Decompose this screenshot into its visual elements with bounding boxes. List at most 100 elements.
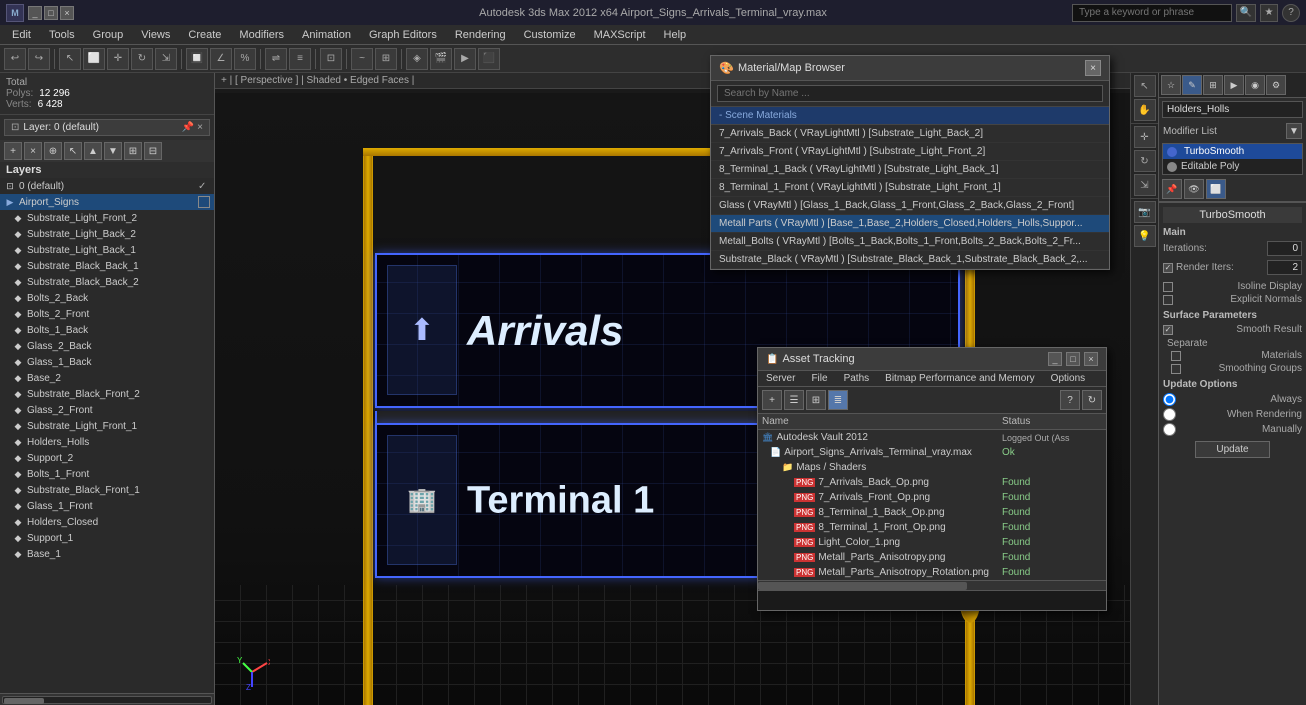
- min-btn[interactable]: _: [28, 6, 42, 20]
- list-item[interactable]: 7_Arrivals_Front ( VRayLightMtl ) [Subst…: [711, 143, 1109, 161]
- list-item[interactable]: ◆Support_2: [0, 450, 214, 466]
- move-icon[interactable]: ✛: [1134, 126, 1156, 148]
- curve-editor-btn[interactable]: ~: [351, 48, 373, 70]
- at-horizontal-scrollbar[interactable]: [758, 580, 1106, 590]
- undo-btn[interactable]: ↩: [4, 48, 26, 70]
- layer-pin-btn[interactable]: 📌: [182, 122, 194, 133]
- list-item[interactable]: ◆Base_2: [0, 370, 214, 386]
- at-add-btn[interactable]: +: [762, 390, 782, 410]
- pin-stack-btn[interactable]: 📌: [1162, 179, 1182, 199]
- list-item[interactable]: ◆Substrate_Black_Front_2: [0, 386, 214, 402]
- list-item[interactable]: ◆Bolts_2_Front: [0, 306, 214, 322]
- render-setup-btn[interactable]: 🎬: [430, 48, 452, 70]
- layer-move-btn[interactable]: ▲: [84, 142, 102, 160]
- restore-btn[interactable]: □: [44, 6, 58, 20]
- list-item[interactable]: PNG Metall_Parts_Anisotropy.png Found: [758, 550, 1106, 565]
- move-btn[interactable]: ✛: [107, 48, 129, 70]
- scale-icon[interactable]: ⇲: [1134, 174, 1156, 196]
- list-item[interactable]: 8_Terminal_1_Back ( VRayLightMtl ) [Subs…: [711, 161, 1109, 179]
- list-item[interactable]: Metall Parts ( VRayMtl ) [Base_1,Base_2,…: [711, 215, 1109, 233]
- at-path-input-row[interactable]: [758, 590, 1106, 610]
- menu-help[interactable]: Help: [656, 27, 695, 43]
- list-item[interactable]: Substrate_Black ( VRayMtl ) [Substrate_B…: [711, 251, 1109, 269]
- create-mode-icon[interactable]: ☆: [1161, 75, 1181, 95]
- at-path-input[interactable]: [758, 591, 1106, 607]
- search-input[interactable]: [1072, 4, 1232, 22]
- light-icon[interactable]: 💡: [1134, 225, 1156, 247]
- list-item[interactable]: ◆Bolts_1_Front: [0, 466, 214, 482]
- close-btn[interactable]: ×: [60, 6, 74, 20]
- at-close-btn[interactable]: ×: [1084, 352, 1098, 366]
- list-item[interactable]: ◆Substrate_Black_Back_2: [0, 274, 214, 290]
- layer-manager-btn[interactable]: ⊡: [320, 48, 342, 70]
- render-preview-btn[interactable]: ⬛: [478, 48, 500, 70]
- menu-edit[interactable]: Edit: [4, 27, 39, 43]
- rotate-icon[interactable]: ↻: [1134, 150, 1156, 172]
- always-radio[interactable]: [1163, 393, 1176, 406]
- star-icon[interactable]: ★: [1260, 4, 1278, 22]
- display-icon[interactable]: ◉: [1245, 75, 1265, 95]
- menu-tools[interactable]: Tools: [41, 27, 83, 43]
- schematic-view-btn[interactable]: ⊞: [375, 48, 397, 70]
- list-item[interactable]: PNG 8_Terminal_1_Front_Op.png Found: [758, 520, 1106, 535]
- list-item[interactable]: ◆Glass_1_Front: [0, 498, 214, 514]
- smoothing-groups-checkbox[interactable]: [1171, 364, 1181, 374]
- menu-modifiers[interactable]: Modifiers: [231, 27, 292, 43]
- material-browser-close-btn[interactable]: ×: [1085, 60, 1101, 76]
- mirror-btn[interactable]: ⇌: [265, 48, 287, 70]
- list-item[interactable]: ◆Bolts_2_Back: [0, 290, 214, 306]
- layer-list[interactable]: ⊡ 0 (default) ✓ ▶ Airport_Signs ◆Substra…: [0, 178, 214, 693]
- list-item[interactable]: PNG Light_Color_1.png Found: [758, 535, 1106, 550]
- list-item[interactable]: ⊡ 0 (default) ✓: [0, 178, 214, 194]
- layer-collapse-btn[interactable]: ⊟: [144, 142, 162, 160]
- list-item[interactable]: ◆Base_1: [0, 546, 214, 562]
- help-icon[interactable]: ?: [1282, 4, 1300, 22]
- list-item[interactable]: 📁 Maps / Shaders: [758, 460, 1106, 475]
- angle-snap-btn[interactable]: ∠: [210, 48, 232, 70]
- layer-move-down-btn[interactable]: ▼: [104, 142, 122, 160]
- material-list[interactable]: 7_Arrivals_Back ( VRayLightMtl ) [Substr…: [711, 125, 1109, 269]
- menu-customize[interactable]: Customize: [516, 27, 584, 43]
- material-editor-btn[interactable]: ◈: [406, 48, 428, 70]
- list-item[interactable]: ◆Bolts_1_Back: [0, 322, 214, 338]
- layer-delete-btn[interactable]: ×: [24, 142, 42, 160]
- active-shade-btn[interactable]: ⬜: [1206, 179, 1226, 199]
- list-item[interactable]: ◆Substrate_Black_Back_1: [0, 258, 214, 274]
- list-item[interactable]: 📄 Airport_Signs_Arrivals_Terminal_vray.m…: [758, 445, 1106, 460]
- at-refresh-btn[interactable]: ↻: [1082, 390, 1102, 410]
- list-item[interactable]: ◆Glass_2_Front: [0, 402, 214, 418]
- layer-select-btn[interactable]: ↖: [64, 142, 82, 160]
- material-search-input[interactable]: [717, 85, 1103, 102]
- at-detail-btn[interactable]: ≣: [828, 390, 848, 410]
- render-iters-checkbox[interactable]: ✓: [1163, 263, 1173, 273]
- render-btn[interactable]: ▶: [454, 48, 476, 70]
- materials-checkbox[interactable]: [1171, 351, 1181, 361]
- layer-scrollbar[interactable]: [0, 693, 214, 705]
- layer-new-btn[interactable]: +: [4, 142, 22, 160]
- utilities-icon[interactable]: ⚙: [1266, 75, 1286, 95]
- at-menu-bitmap-perf[interactable]: Bitmap Performance and Memory: [877, 371, 1043, 386]
- list-item[interactable]: ◆Substrate_Black_Front_1: [0, 482, 214, 498]
- search-icon[interactable]: 🔍: [1236, 4, 1256, 22]
- show-result-btn[interactable]: 👁: [1184, 179, 1204, 199]
- menu-group[interactable]: Group: [85, 27, 132, 43]
- at-restore-btn[interactable]: □: [1066, 352, 1080, 366]
- menu-views[interactable]: Views: [133, 27, 178, 43]
- isoline-checkbox[interactable]: [1163, 282, 1173, 292]
- menu-maxscript[interactable]: MAXScript: [586, 27, 654, 43]
- object-name-field[interactable]: Holders_Holls: [1162, 101, 1303, 118]
- list-item[interactable]: PNG 8_Terminal_1_Back_Op.png Found: [758, 505, 1106, 520]
- list-item[interactable]: ◆Substrate_Light_Back_2: [0, 226, 214, 242]
- menu-create[interactable]: Create: [180, 27, 229, 43]
- menu-animation[interactable]: Animation: [294, 27, 359, 43]
- at-menu-file[interactable]: File: [803, 371, 835, 386]
- list-item[interactable]: PNG 7_Arrivals_Back_Op.png Found: [758, 475, 1106, 490]
- list-item[interactable]: 7_Arrivals_Back ( VRayLightMtl ) [Substr…: [711, 125, 1109, 143]
- list-item[interactable]: ◆Substrate_Light_Back_1: [0, 242, 214, 258]
- hierarchy-icon[interactable]: ⊞: [1203, 75, 1223, 95]
- editable-poly-modifier[interactable]: Editable Poly: [1163, 159, 1302, 174]
- freeform-icon[interactable]: ✋: [1134, 99, 1156, 121]
- select-region-btn[interactable]: ⬜: [83, 48, 105, 70]
- at-minimize-btn[interactable]: _: [1048, 352, 1062, 366]
- when-rendering-radio[interactable]: [1163, 408, 1176, 421]
